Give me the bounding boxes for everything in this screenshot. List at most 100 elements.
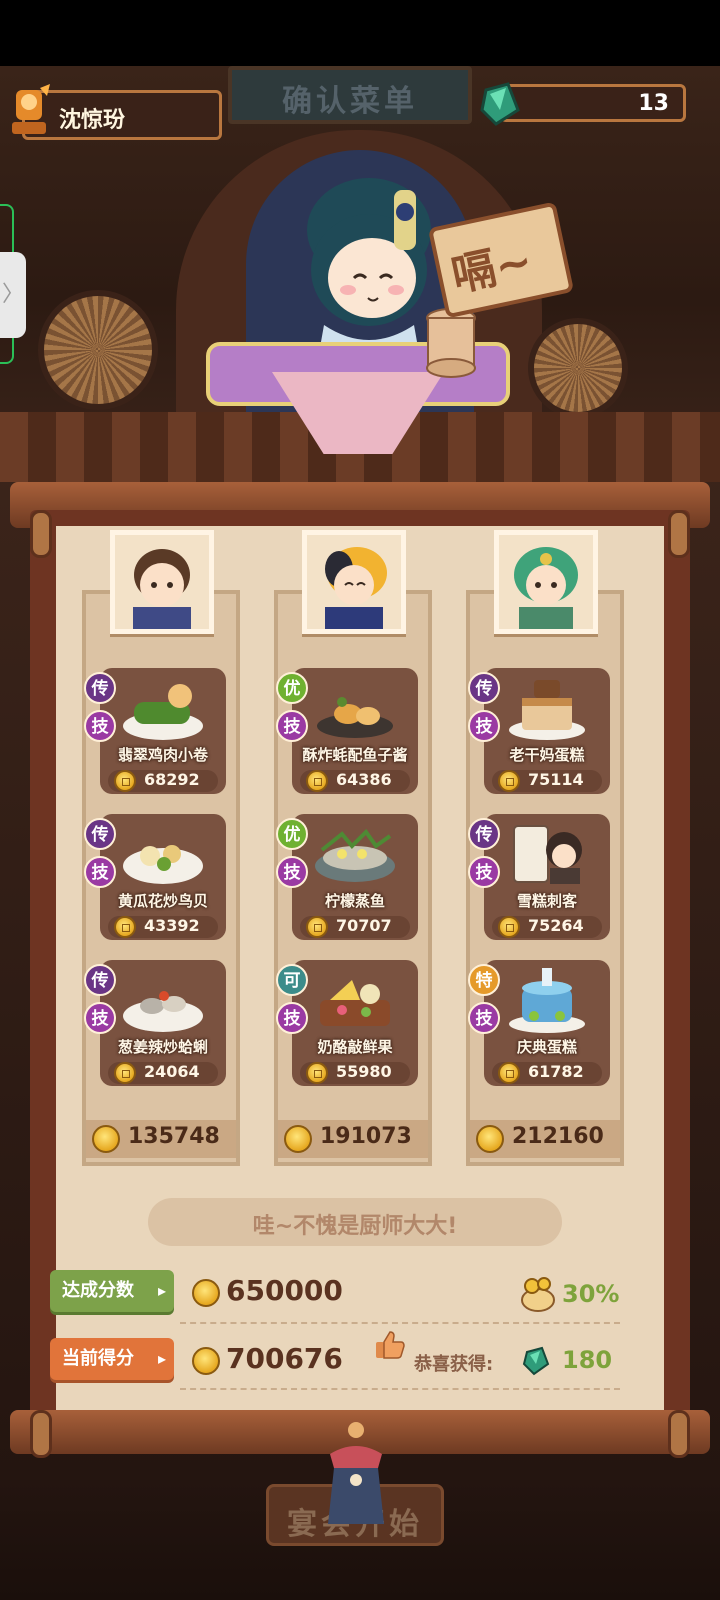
rank-badge: 传 xyxy=(84,672,116,704)
scroll-knob-left xyxy=(30,510,52,558)
dish-card[interactable]: 翡翠鸡肉小卷 68292 xyxy=(100,668,226,794)
current-score-tag: 当前得分 xyxy=(50,1338,174,1380)
title-sign-text: 确认菜单 xyxy=(282,84,418,119)
dish-name: 庆典蛋糕 xyxy=(516,1038,577,1056)
rank-badge: 优 xyxy=(276,672,308,704)
skill-badge: 技 xyxy=(276,710,308,742)
dish-price: 61782 xyxy=(528,1062,584,1081)
dish-price: 43392 xyxy=(144,916,200,935)
dish-name: 翡翠鸡肉小卷 xyxy=(117,746,208,764)
fan-decoration-right xyxy=(528,318,628,418)
chef-total: 191073 xyxy=(320,1124,412,1149)
rank-badge: 优 xyxy=(276,818,308,850)
side-drawer-handle[interactable]: 〉 xyxy=(0,252,26,338)
skill-badge: 技 xyxy=(276,1002,308,1034)
dish-image xyxy=(317,697,393,738)
rank-badge: 传 xyxy=(468,672,500,704)
rank-badge: 传 xyxy=(84,964,116,996)
coin-icon xyxy=(284,1125,312,1153)
rank-badge: 特 xyxy=(468,964,500,996)
speech-text: 嗝~ xyxy=(447,235,537,302)
skill-badge: 技 xyxy=(84,856,116,888)
coin-icon xyxy=(306,916,328,938)
scroll-knob-right xyxy=(668,510,690,558)
dish-card[interactable]: 奶酪敲鲜果 55980 xyxy=(292,960,418,1086)
dish-price: 75264 xyxy=(528,916,584,935)
scroll-knob-right xyxy=(668,1410,690,1458)
dish-card[interactable]: 酥炸蚝配鱼子酱 64386 xyxy=(292,668,418,794)
dish-name: 葱姜辣炒蛤蜊 xyxy=(117,1038,208,1056)
dish-name: 酥炸蚝配鱼子酱 xyxy=(302,746,408,764)
gem-icon xyxy=(522,1346,550,1376)
dish-image xyxy=(509,968,585,1033)
coin-icon xyxy=(192,1279,220,1307)
trophy-avatar-icon[interactable] xyxy=(4,82,54,140)
dish-card[interactable]: 黄瓜花炒鸟贝 43392 xyxy=(100,814,226,940)
player-name: 沈惊玢 xyxy=(59,108,126,133)
chef-portrait-2[interactable] xyxy=(302,530,406,634)
gem-count: 13 xyxy=(638,91,669,116)
praise-banner: 哇~不愧是厨师大大! xyxy=(148,1198,562,1246)
coin-icon xyxy=(476,1125,504,1153)
dish-price: 55980 xyxy=(336,1062,392,1081)
chef-total: 135748 xyxy=(128,1124,220,1149)
divider xyxy=(180,1388,620,1390)
coin-icon xyxy=(114,916,136,938)
current-score: 700676 xyxy=(226,1342,343,1375)
coin-icon xyxy=(92,1125,120,1153)
rank-badge: 可 xyxy=(276,964,308,996)
coin-icon xyxy=(114,770,136,792)
chef-total: 212160 xyxy=(512,1124,604,1149)
skill-badge: 技 xyxy=(276,856,308,888)
divider xyxy=(180,1322,620,1324)
dish-image xyxy=(509,680,585,740)
dish-image xyxy=(320,980,390,1026)
dish-image xyxy=(513,825,582,884)
dish-name: 黄瓜花炒鸟贝 xyxy=(117,892,208,910)
dish-name: 奶酪敲鲜果 xyxy=(317,1038,393,1056)
dish-card[interactable]: 葱姜辣炒蛤蜊 24064 xyxy=(100,960,226,1086)
coin-icon xyxy=(498,916,520,938)
dish-card[interactable]: 柠檬蒸鱼 70707 xyxy=(292,814,418,940)
target-score: 650000 xyxy=(226,1274,343,1307)
bonus-percent: 30% xyxy=(562,1280,620,1308)
dish-image xyxy=(123,845,203,884)
coin-icon xyxy=(306,1062,328,1084)
dish-card[interactable]: 雪糕刺客 75264 xyxy=(484,814,610,940)
dish-image xyxy=(123,991,203,1032)
dish-image xyxy=(123,684,203,740)
dish-name: 柠檬蒸鱼 xyxy=(324,892,385,910)
rank-badge: 传 xyxy=(468,818,500,850)
dish-card[interactable]: 老干妈蛋糕 75114 xyxy=(484,668,610,794)
skill-badge: 技 xyxy=(84,1002,116,1034)
tassel-ornament xyxy=(328,1422,384,1524)
coin-icon xyxy=(498,1062,520,1084)
title-sign: 确认菜单 xyxy=(228,66,472,124)
reward-value: 180 xyxy=(562,1346,613,1374)
scroll-knob-left xyxy=(30,1410,52,1458)
dish-price: 70707 xyxy=(336,916,392,935)
coin-icon xyxy=(192,1347,220,1375)
dish-price: 64386 xyxy=(336,770,392,789)
dish-price: 68292 xyxy=(144,770,200,789)
chef-portrait-3[interactable] xyxy=(494,530,598,634)
bonus-coin-bag-icon xyxy=(521,1277,555,1312)
dish-card[interactable]: 庆典蛋糕 61782 xyxy=(484,960,610,1086)
skill-badge: 技 xyxy=(468,710,500,742)
praise-text: 哇~不愧是厨师大大! xyxy=(252,1214,458,1239)
fan-decoration-left xyxy=(38,290,158,410)
reward-label: 恭喜获得: xyxy=(414,1354,494,1375)
thumbs-up-icon xyxy=(376,1331,405,1359)
chef-portrait-1[interactable] xyxy=(110,530,214,634)
skill-badge: 技 xyxy=(468,1002,500,1034)
gem-icon xyxy=(480,82,520,126)
coin-icon xyxy=(306,770,328,792)
game-scene: 嗝~ 〉 沈惊玢 确认菜单 13 翡翠鸡肉小卷 68292 传 技 黄瓜花炒鸟贝… xyxy=(0,0,720,1600)
dish-image xyxy=(315,828,395,882)
gem-counter[interactable]: 13 xyxy=(500,84,686,122)
coin-icon xyxy=(498,770,520,792)
dish-name: 雪糕刺客 xyxy=(516,892,577,910)
target-score-tag: 达成分数 xyxy=(50,1270,174,1312)
rank-badge: 传 xyxy=(84,818,116,850)
dish-price: 24064 xyxy=(144,1062,200,1081)
